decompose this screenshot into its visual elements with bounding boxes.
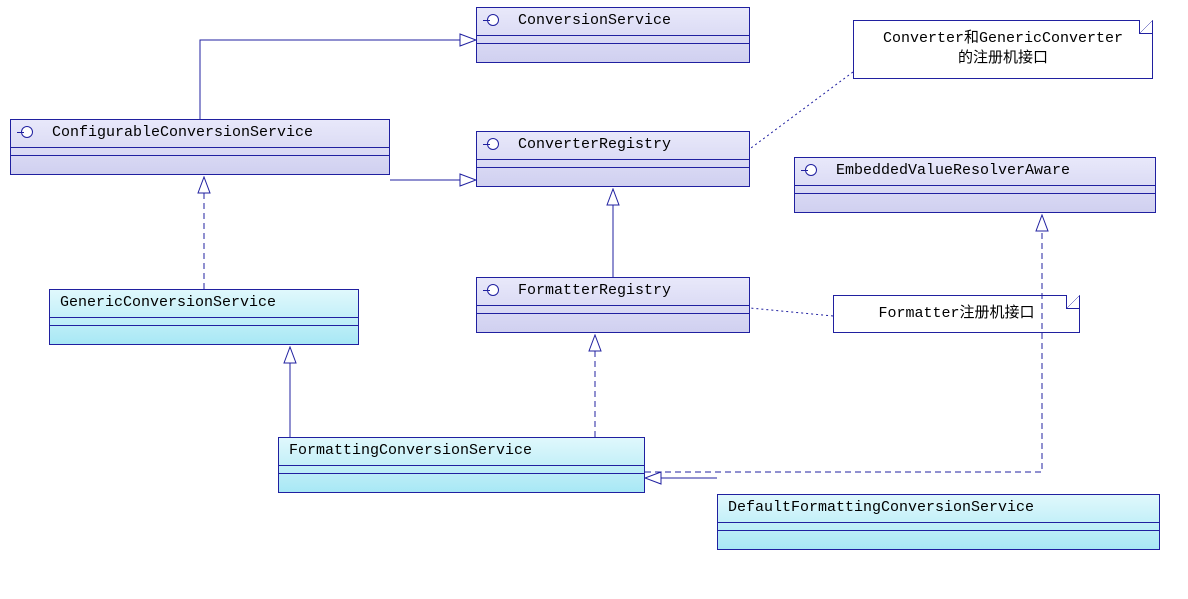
class-name: EmbeddedValueResolverAware (836, 162, 1070, 179)
note-fold-icon (1066, 295, 1080, 309)
class-default-formatting-conversion-service[interactable]: DefaultFormattingConversionService (717, 494, 1160, 550)
interface-icon (805, 164, 817, 176)
class-formatting-conversion-service[interactable]: FormattingConversionService (278, 437, 645, 493)
interface-icon (487, 284, 499, 296)
note-text-line1: Converter和GenericConverter (883, 30, 1123, 47)
class-name: ConversionService (518, 12, 671, 29)
class-name: ConfigurableConversionService (52, 124, 313, 141)
note-formatter-registry: Formatter注册机接口 (833, 295, 1080, 333)
interface-formatter-registry[interactable]: FormatterRegistry (476, 277, 750, 333)
interface-converter-registry[interactable]: ConverterRegistry (476, 131, 750, 187)
class-name: DefaultFormattingConversionService (728, 499, 1034, 516)
class-generic-conversion-service[interactable]: GenericConversionService (49, 289, 359, 345)
note-text-line2: 的注册机接口 (958, 50, 1048, 67)
note-text: Formatter注册机接口 (878, 305, 1034, 322)
class-name: GenericConversionService (60, 294, 276, 311)
interface-configurable-conversion-service[interactable]: ConfigurableConversionService (10, 119, 390, 175)
class-name: FormattingConversionService (289, 442, 532, 459)
class-name: ConverterRegistry (518, 136, 671, 153)
interface-icon (487, 14, 499, 26)
class-name: FormatterRegistry (518, 282, 671, 299)
note-converter-registry: Converter和GenericConverter 的注册机接口 (853, 20, 1153, 79)
interface-icon (487, 138, 499, 150)
note-fold-icon (1139, 20, 1153, 34)
interface-conversion-service[interactable]: ConversionService (476, 7, 750, 63)
interface-embedded-value-resolver-aware[interactable]: EmbeddedValueResolverAware (794, 157, 1156, 213)
interface-icon (21, 126, 33, 138)
